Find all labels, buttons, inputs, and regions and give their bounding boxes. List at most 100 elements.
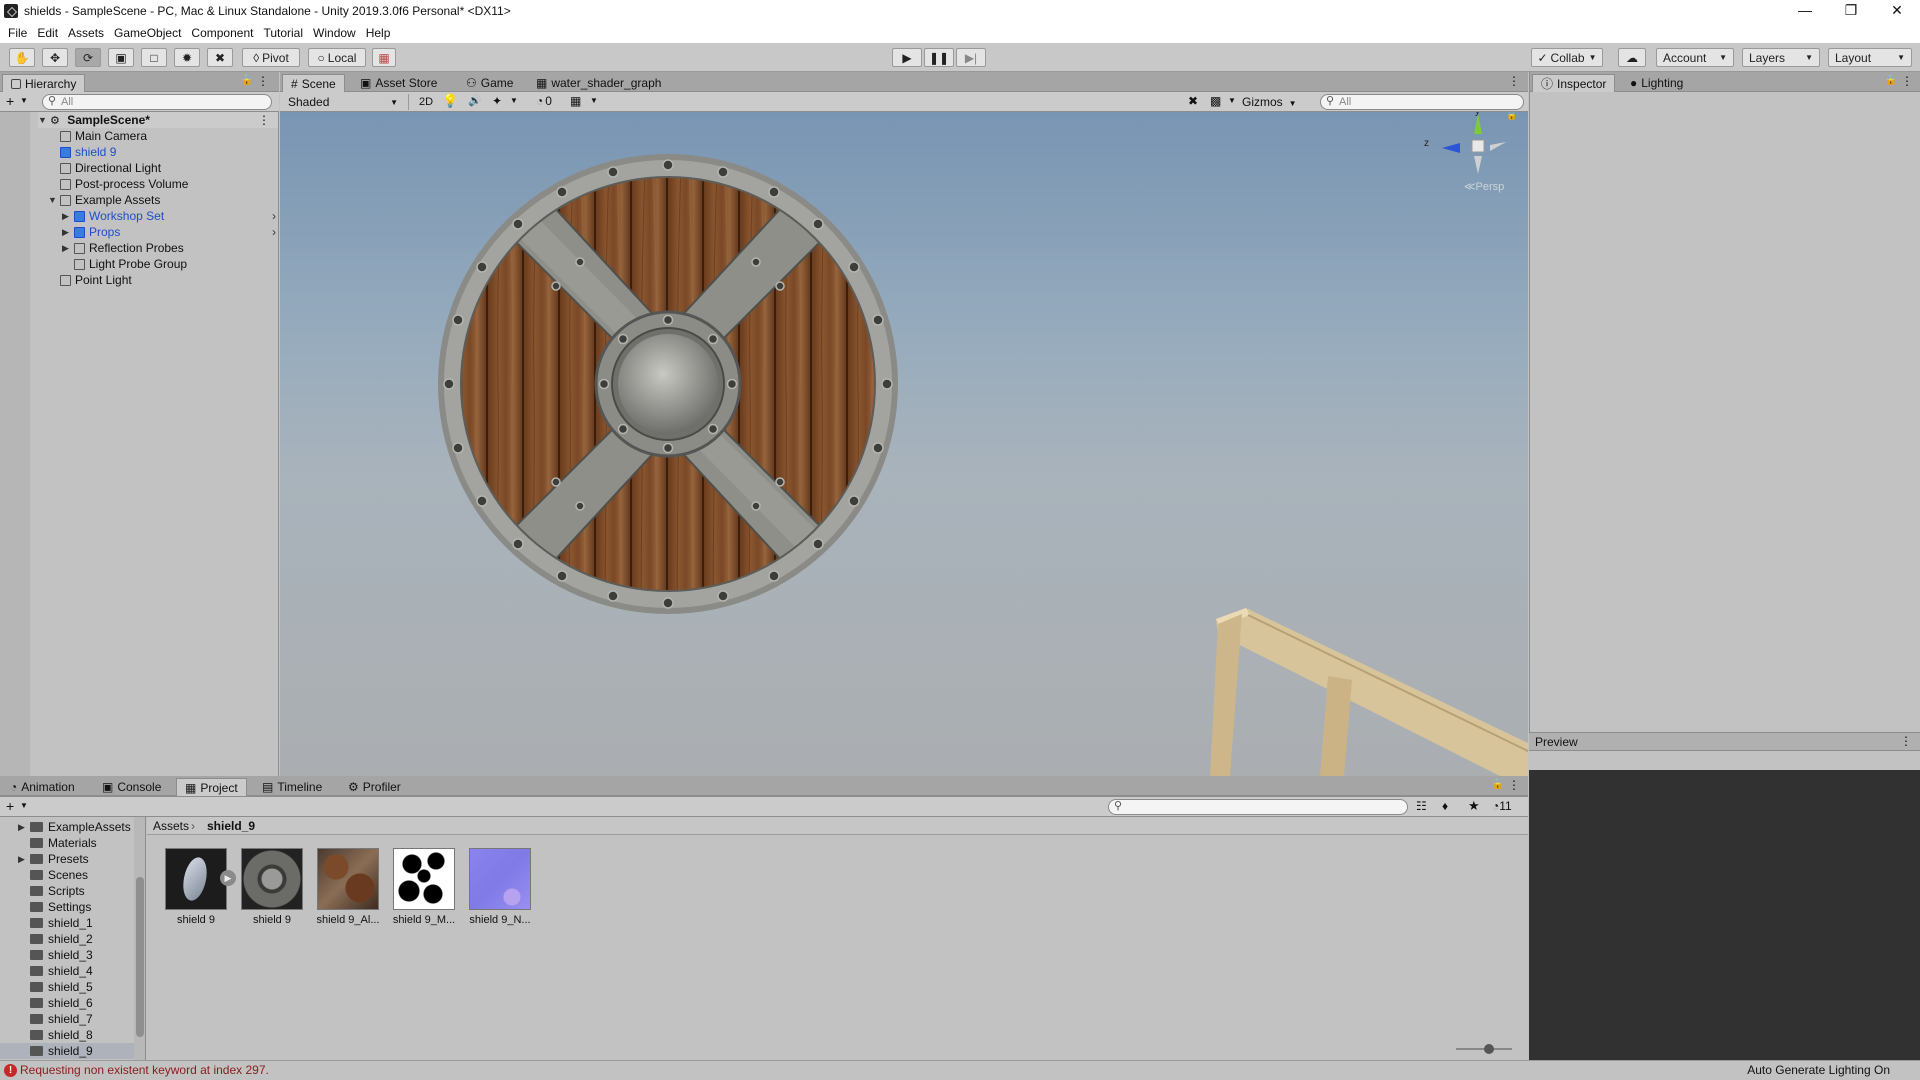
- folder-item[interactable]: Scripts: [30, 883, 85, 899]
- hierarchy-item-shield-9[interactable]: shield 9: [60, 144, 116, 160]
- folder-item[interactable]: shield_2: [30, 931, 93, 947]
- scale-tool-icon[interactable]: ▣: [108, 48, 134, 67]
- shading-mode-dropdown[interactable]: Shaded ▼: [284, 94, 402, 110]
- scrollbar-thumb[interactable]: [136, 877, 144, 1037]
- folder-item[interactable]: shield_1: [30, 915, 93, 931]
- pivot-button[interactable]: ◊ Pivot: [242, 48, 300, 67]
- transform-tool-icon[interactable]: ✹: [174, 48, 200, 67]
- expand-arrow-icon[interactable]: ▶: [18, 819, 25, 835]
- menu-tutorial[interactable]: Tutorial: [259, 26, 309, 40]
- lock-icon[interactable]: 🔒: [1506, 112, 1517, 121]
- folder-item[interactable]: ▶ ExampleAssets: [18, 819, 131, 835]
- tab-project[interactable]: ▦ Project: [176, 778, 247, 796]
- gizmos-dropdown[interactable]: Gizmos ▼: [1242, 95, 1297, 109]
- add-icon[interactable]: +: [6, 798, 14, 814]
- tab-timeline[interactable]: ▤ Timeline: [254, 778, 330, 796]
- hierarchy-item-main-camera[interactable]: Main Camera: [60, 128, 147, 144]
- tab-game[interactable]: ⚇ Game: [458, 74, 521, 92]
- filter-type-icon[interactable]: ☷: [1416, 799, 1427, 813]
- custom-tool-icon[interactable]: ✖: [207, 48, 233, 67]
- asset-item[interactable]: shield 9_Al...: [316, 848, 380, 926]
- expand-arrow-icon[interactable]: ▶: [62, 240, 69, 256]
- kebab-menu-icon[interactable]: ⋮: [258, 112, 270, 128]
- local-button[interactable]: ○ Local: [308, 48, 366, 67]
- hand-tool-icon[interactable]: ✋: [9, 48, 35, 67]
- hierarchy-item-light-probe-group[interactable]: Light Probe Group: [74, 256, 187, 272]
- grid-toggle-icon[interactable]: ▦: [570, 94, 581, 108]
- menu-file[interactable]: File: [4, 26, 33, 40]
- minimize-icon[interactable]: —: [1782, 0, 1828, 22]
- hierarchy-item-props[interactable]: ▶ Props ›: [62, 224, 276, 240]
- hierarchy-item-workshop-set[interactable]: ▶ Workshop Set ›: [62, 208, 276, 224]
- step-button[interactable]: ▶|: [956, 48, 986, 67]
- folder-item-selected[interactable]: shield_9: [0, 1043, 134, 1059]
- folder-item[interactable]: ▶ Presets: [18, 851, 89, 867]
- scene-viewport[interactable]: y z 🔒 ≪Persp: [280, 112, 1528, 776]
- projection-toggle[interactable]: ≪Persp: [1464, 180, 1504, 193]
- menu-edit[interactable]: Edit: [33, 26, 64, 40]
- expand-arrow-icon[interactable]: ▶: [18, 851, 25, 867]
- hierarchy-item-point-light[interactable]: Point Light: [60, 272, 132, 288]
- folder-item[interactable]: shield_4: [30, 963, 93, 979]
- chevron-down-icon[interactable]: ▼: [590, 96, 598, 105]
- hierarchy-item-reflection-probes[interactable]: ▶ Reflection Probes: [62, 240, 184, 256]
- layout-dropdown[interactable]: Layout ▼: [1828, 48, 1912, 67]
- cloud-icon[interactable]: ☁: [1618, 48, 1646, 67]
- tools-icon[interactable]: ✖: [1188, 94, 1198, 108]
- close-icon[interactable]: ✕: [1874, 0, 1920, 22]
- pause-button[interactable]: ❚❚: [924, 48, 954, 67]
- kebab-menu-icon[interactable]: ⋮: [1508, 778, 1520, 792]
- folder-item[interactable]: Scenes: [30, 867, 88, 883]
- expand-arrow-icon[interactable]: ▼: [48, 192, 57, 208]
- asset-item[interactable]: shield 9: [240, 848, 304, 926]
- menu-gameobject[interactable]: GameObject: [110, 26, 187, 40]
- toggle-2d-button[interactable]: 2D: [414, 94, 438, 110]
- kebab-menu-icon[interactable]: ⋮: [1900, 734, 1912, 748]
- asset-item[interactable]: shield 9_M...: [392, 848, 456, 926]
- folder-item[interactable]: shield_5: [30, 979, 93, 995]
- folder-item[interactable]: shield_6: [30, 995, 93, 1011]
- play-button[interactable]: ▶: [892, 48, 922, 67]
- asset-item[interactable]: ▶ shield 9: [164, 848, 236, 926]
- kebab-menu-icon[interactable]: ⋮: [1901, 74, 1913, 88]
- chevron-down-icon[interactable]: ▼: [510, 96, 518, 105]
- expand-arrow-icon[interactable]: ▶: [62, 208, 69, 224]
- tab-animation[interactable]: ◔ Animation: [2, 778, 83, 796]
- hidden-packages-toggle[interactable]: ◔11: [1492, 799, 1512, 813]
- account-dropdown[interactable]: Account ▼: [1656, 48, 1734, 67]
- tab-console[interactable]: ▣ Console: [94, 778, 169, 796]
- tab-lighting[interactable]: ● Lighting: [1622, 74, 1691, 92]
- preview-area[interactable]: [1529, 770, 1920, 1060]
- menu-window[interactable]: Window: [309, 26, 362, 40]
- restore-icon[interactable]: ❐: [1828, 0, 1874, 22]
- rect-tool-icon[interactable]: □: [141, 48, 167, 67]
- chevron-down-icon[interactable]: ▼: [20, 96, 28, 105]
- lock-icon[interactable]: 🔒: [1492, 779, 1504, 790]
- menu-help[interactable]: Help: [362, 26, 397, 40]
- audio-toggle-icon[interactable]: 🔊: [468, 94, 482, 107]
- status-message[interactable]: Requesting non existent keyword at index…: [20, 1061, 269, 1080]
- folder-item[interactable]: Materials: [30, 835, 97, 851]
- layers-dropdown[interactable]: Layers ▼: [1742, 48, 1820, 67]
- hierarchy-item-directional-light[interactable]: Directional Light: [60, 160, 161, 176]
- lock-icon[interactable]: 🔒: [1885, 75, 1897, 86]
- asset-item[interactable]: shield 9_N...: [468, 848, 532, 926]
- menu-assets[interactable]: Assets: [64, 26, 110, 40]
- tab-inspector[interactable]: ⓘ Inspector: [1532, 74, 1616, 92]
- expand-arrow-icon[interactable]: ▼: [38, 112, 47, 128]
- menu-component[interactable]: Component: [187, 26, 259, 40]
- breadcrumb-item-current[interactable]: shield_9: [207, 819, 255, 833]
- tab-asset-store[interactable]: ▣ Asset Store: [352, 74, 445, 92]
- slider-thumb[interactable]: [1484, 1044, 1494, 1054]
- effects-toggle-icon[interactable]: ✦: [492, 94, 502, 108]
- folder-tree-scrollbar[interactable]: [134, 817, 145, 1061]
- orientation-gizmo[interactable]: y z 🔒 ≪Persp: [1424, 112, 1518, 193]
- tab-profiler[interactable]: ⚙ Profiler: [340, 778, 409, 796]
- tab-hierarchy[interactable]: Hierarchy: [2, 74, 86, 92]
- hierarchy-item-post-process-volume[interactable]: Post-process Volume: [60, 176, 188, 192]
- hidden-objects-toggle[interactable]: ◔ 0: [536, 94, 552, 108]
- expand-arrow-icon[interactable]: ▶: [62, 224, 69, 240]
- chevron-down-icon[interactable]: ▼: [1228, 96, 1236, 105]
- chevron-right-icon[interactable]: ›: [272, 208, 276, 224]
- hierarchy-item-example-assets[interactable]: ▼ Example Assets: [48, 192, 160, 208]
